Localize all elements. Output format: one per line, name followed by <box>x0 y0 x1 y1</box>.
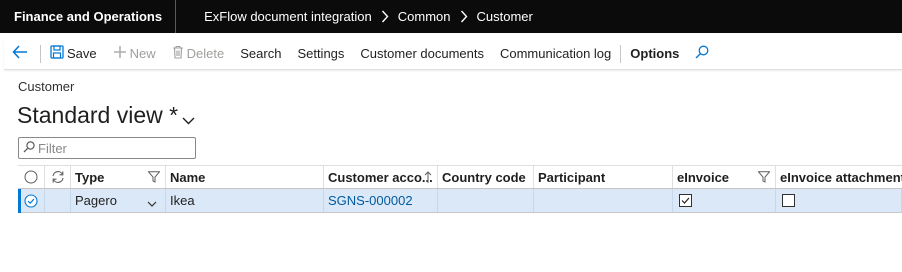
back-arrow-icon <box>12 45 31 62</box>
column-header-einvoice[interactable]: eInvoice <box>673 166 776 188</box>
filter-funnel-icon[interactable] <box>147 171 161 186</box>
save-label: Save <box>67 46 97 61</box>
chevron-right-icon <box>381 10 389 23</box>
type-value: Pagero <box>75 193 117 208</box>
new-button[interactable]: New <box>105 38 164 70</box>
column-header-type[interactable]: Type <box>71 166 166 188</box>
new-label: New <box>129 46 156 61</box>
chevron-right-icon <box>460 10 468 23</box>
einvoice-cell <box>673 189 776 212</box>
einvoice-checkbox[interactable] <box>679 194 692 207</box>
einvoice-attachment-cell <box>776 189 902 212</box>
toolbar-search-button[interactable] <box>687 38 720 70</box>
column-header-participant[interactable]: Participant <box>534 166 673 188</box>
column-header-country-code[interactable]: Country code <box>438 166 534 188</box>
save-button[interactable]: Save <box>42 38 105 70</box>
customer-documents-button[interactable]: Customer documents <box>352 38 492 70</box>
options-tab[interactable]: Options <box>622 38 687 70</box>
view-name: Standard view * <box>17 101 179 128</box>
column-header-type-label: Type <box>75 169 105 185</box>
toolbar-divider <box>40 44 41 63</box>
column-header-einvoice-label: eInvoice <box>677 169 730 185</box>
filter-funnel-icon[interactable] <box>757 171 771 186</box>
breadcrumb: ExFlow document integration Common Custo… <box>176 9 533 24</box>
top-nav-bar: Finance and Operations ExFlow document i… <box>0 0 902 33</box>
type-dropdown[interactable]: Pagero <box>71 189 166 212</box>
customer-grid: Type Name Customer acco... Country code … <box>18 165 902 213</box>
customer-account-link[interactable]: SGNS-000002 <box>324 189 438 212</box>
communication-log-button[interactable]: Communication log <box>492 38 619 70</box>
name-cell[interactable]: Ikea <box>166 189 324 212</box>
column-header-customer-account[interactable]: Customer acco... <box>324 166 438 188</box>
delete-label: Delete <box>186 46 225 61</box>
select-all-radio[interactable] <box>18 166 45 188</box>
back-button[interactable] <box>4 38 39 70</box>
breadcrumb-item-common[interactable]: Common <box>398 9 451 24</box>
breadcrumb-item-module[interactable]: ExFlow document integration <box>204 9 372 24</box>
refresh-icon[interactable] <box>45 166 71 188</box>
einvoice-attachment-checkbox[interactable] <box>782 194 795 207</box>
chevron-down-icon <box>147 196 157 211</box>
plus-icon <box>113 45 130 62</box>
view-selector[interactable]: Standard view * <box>17 99 195 131</box>
page-caption: Customer <box>18 79 75 94</box>
row-select-radio[interactable] <box>18 189 45 212</box>
column-header-name[interactable]: Name <box>166 166 324 188</box>
participant-cell[interactable] <box>534 189 673 212</box>
search-icon <box>23 140 35 156</box>
delete-button[interactable]: Delete <box>164 38 233 70</box>
chevron-down-icon <box>182 104 195 131</box>
trash-icon <box>172 45 187 62</box>
table-row[interactable]: Pagero Ikea SGNS-000002 <box>18 189 902 213</box>
sort-ascending-icon <box>424 171 432 187</box>
filter-field[interactable] <box>18 137 196 159</box>
column-header-customer-account-label: Customer acco... <box>328 169 433 185</box>
app-title[interactable]: Finance and Operations <box>0 0 177 33</box>
settings-button[interactable]: Settings <box>289 38 352 70</box>
action-pane: Save New Delete Search Settings Customer… <box>4 38 902 70</box>
row-spacer <box>45 189 71 212</box>
column-header-einvoice-attachment[interactable]: eInvoice attachment <box>776 166 902 188</box>
search-button[interactable]: Search <box>232 38 289 70</box>
search-icon <box>695 45 712 62</box>
country-code-cell[interactable] <box>438 189 534 212</box>
toolbar-divider <box>620 44 622 63</box>
breadcrumb-item-customer[interactable]: Customer <box>477 9 533 24</box>
filter-input[interactable] <box>38 140 188 156</box>
grid-header-row: Type Name Customer acco... Country code … <box>18 165 902 189</box>
save-icon <box>50 45 67 62</box>
